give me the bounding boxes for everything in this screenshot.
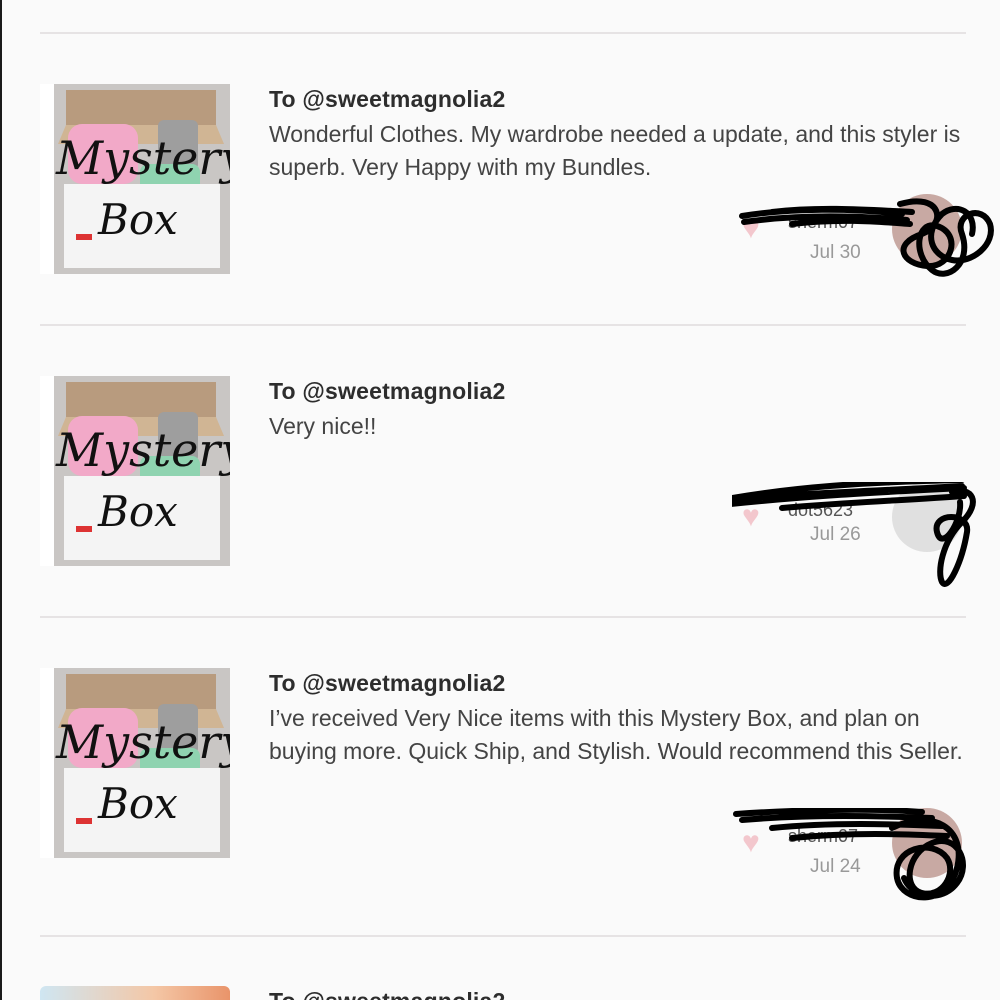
review-comment: I’ve received Very Nice items with this … — [269, 705, 963, 764]
divider — [40, 616, 966, 618]
review-item: To @sweetmagnolia2 — [2, 986, 1000, 1000]
reviewer-avatar[interactable] — [892, 194, 962, 264]
review-comment: Very nice!! — [269, 413, 377, 439]
divider — [40, 32, 966, 34]
listing-thumbnail[interactable] — [40, 986, 230, 1000]
feedback-page: Mystery Box To @sweetmagnolia2 Wonderful… — [0, 0, 1000, 1000]
divider — [40, 324, 966, 326]
reviewer-username[interactable]: dot5623 — [788, 500, 853, 521]
thumb-text-box: Box — [97, 195, 178, 244]
reviewer-avatar[interactable] — [892, 808, 962, 878]
listing-thumbnail[interactable]: Mystery Box — [40, 668, 230, 858]
thumb-text-mystery: Mystery — [55, 423, 230, 477]
mystery-box-image: Mystery Box — [40, 84, 230, 274]
thumb-text-mystery: Mystery — [55, 715, 230, 769]
divider — [40, 935, 966, 937]
thumb-text-box: Box — [97, 487, 178, 536]
review-item: Mystery Box To @sweetmagnolia2 Wonderful… — [2, 84, 1000, 374]
review-recipient[interactable]: To @sweetmagnolia2 — [269, 988, 506, 1000]
redaction-scribble — [732, 482, 976, 587]
reviewer-avatar[interactable] — [892, 482, 962, 552]
review-recipient[interactable]: To @sweetmagnolia2 — [269, 378, 506, 405]
review-recipient[interactable]: To @sweetmagnolia2 — [269, 670, 506, 697]
review-comment: Wonderful Clothes. My wardrobe needed a … — [269, 121, 961, 180]
thumb-text-box: Box — [97, 779, 178, 828]
heart-icon[interactable]: ♥ — [742, 828, 760, 858]
reviewer-meta: ♥ sherm07 Jul 24 — [732, 808, 972, 901]
review-date: Jul 30 — [810, 242, 861, 263]
listing-thumbnail[interactable]: Mystery Box — [40, 376, 230, 566]
review-date: Jul 24 — [810, 856, 861, 877]
redaction-scribble — [733, 808, 966, 901]
heart-icon[interactable]: ♥ — [742, 502, 760, 532]
listing-thumbnail[interactable]: Mystery Box — [40, 84, 230, 274]
thumb-text-mystery: Mystery — [55, 131, 230, 185]
reviewer-username[interactable]: sherm07 — [788, 212, 858, 233]
mystery-box-image: Mystery Box — [40, 668, 230, 858]
reviewer-meta: ♥ sherm07 Jul 30 — [732, 194, 994, 284]
heart-icon[interactable]: ♥ — [742, 214, 760, 244]
review-date: Jul 26 — [810, 524, 861, 545]
reviewer-meta: ♥ dot5623 Jul 26 — [732, 482, 976, 587]
reviewer-username[interactable]: sherm07 — [788, 826, 858, 847]
review-recipient[interactable]: To @sweetmagnolia2 — [269, 86, 506, 113]
mystery-box-image: Mystery Box — [40, 376, 230, 566]
review-item: Mystery Box To @sweetmagnolia2 Very nice… — [2, 376, 1000, 666]
review-item: Mystery Box To @sweetmagnolia2 I’ve rece… — [2, 668, 1000, 958]
